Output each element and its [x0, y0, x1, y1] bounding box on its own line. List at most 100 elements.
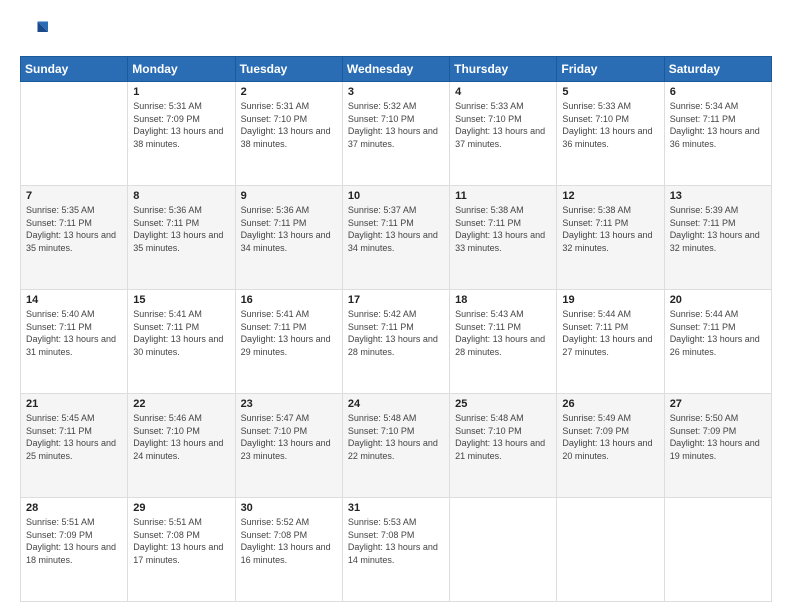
day-info: Sunrise: 5:48 AMSunset: 7:10 PMDaylight:… — [348, 412, 444, 462]
day-info: Sunrise: 5:48 AMSunset: 7:10 PMDaylight:… — [455, 412, 551, 462]
day-cell: 22 Sunrise: 5:46 AMSunset: 7:10 PMDayligh… — [128, 394, 235, 498]
day-number: 24 — [348, 398, 444, 410]
day-number: 28 — [26, 502, 122, 514]
day-number: 30 — [241, 502, 337, 514]
day-cell: 2 Sunrise: 5:31 AMSunset: 7:10 PMDaylight… — [235, 82, 342, 186]
day-number: 16 — [241, 294, 337, 306]
day-info: Sunrise: 5:35 AMSunset: 7:11 PMDaylight:… — [26, 204, 122, 254]
day-cell: 13 Sunrise: 5:39 AMSunset: 7:11 PMDayligh… — [664, 186, 771, 290]
week-row-2: 14 Sunrise: 5:40 AMSunset: 7:11 PMDayligh… — [21, 290, 772, 394]
day-cell: 19 Sunrise: 5:44 AMSunset: 7:11 PMDayligh… — [557, 290, 664, 394]
day-info: Sunrise: 5:45 AMSunset: 7:11 PMDaylight:… — [26, 412, 122, 462]
weekday-header-monday: Monday — [128, 57, 235, 82]
day-cell: 28 Sunrise: 5:51 AMSunset: 7:09 PMDayligh… — [21, 498, 128, 602]
day-number: 2 — [241, 86, 337, 98]
day-number: 1 — [133, 86, 229, 98]
weekday-header-row: SundayMondayTuesdayWednesdayThursdayFrid… — [21, 57, 772, 82]
page: SundayMondayTuesdayWednesdayThursdayFrid… — [0, 0, 792, 612]
day-info: Sunrise: 5:47 AMSunset: 7:10 PMDaylight:… — [241, 412, 337, 462]
day-cell: 15Sunrise: 5:41 AMSunset: 7:11 PMDayligh… — [128, 290, 235, 394]
day-number: 25 — [455, 398, 551, 410]
day-info: Sunrise: 5:40 AMSunset: 7:11 PMDaylight:… — [26, 308, 122, 358]
day-cell — [557, 498, 664, 602]
day-cell: 6Sunrise: 5:34 AMSunset: 7:11 PMDaylight… — [664, 82, 771, 186]
day-info: Sunrise: 5:37 AMSunset: 7:11 PMDaylight:… — [348, 204, 444, 254]
day-number: 7 — [26, 190, 122, 202]
logo-icon — [20, 18, 48, 46]
weekday-header-wednesday: Wednesday — [342, 57, 449, 82]
day-cell — [450, 498, 557, 602]
calendar-table: SundayMondayTuesdayWednesdayThursdayFrid… — [20, 56, 772, 602]
week-row-1: 7 Sunrise: 5:35 AMSunset: 7:11 PMDaylight… — [21, 186, 772, 290]
day-number: 31 — [348, 502, 444, 514]
day-cell: 4Sunrise: 5:33 AMSunset: 7:10 PMDaylight… — [450, 82, 557, 186]
day-info: Sunrise: 5:46 AMSunset: 7:10 PMDaylight:… — [133, 412, 229, 462]
day-info: Sunrise: 5:51 AMSunset: 7:08 PMDaylight:… — [133, 516, 229, 566]
day-number: 26 — [562, 398, 658, 410]
day-number: 15 — [133, 294, 229, 306]
weekday-header-tuesday: Tuesday — [235, 57, 342, 82]
day-info: Sunrise: 5:36 AMSunset: 7:11 PMDaylight:… — [133, 204, 229, 254]
day-number: 12 — [562, 190, 658, 202]
day-cell: 5 Sunrise: 5:33 AMSunset: 7:10 PMDaylight… — [557, 82, 664, 186]
day-info: Sunrise: 5:43 AMSunset: 7:11 PMDaylight:… — [455, 308, 551, 358]
week-row-4: 28 Sunrise: 5:51 AMSunset: 7:09 PMDayligh… — [21, 498, 772, 602]
day-cell: 14 Sunrise: 5:40 AMSunset: 7:11 PMDayligh… — [21, 290, 128, 394]
day-info: Sunrise: 5:51 AMSunset: 7:09 PMDaylight:… — [26, 516, 122, 566]
day-number: 6 — [670, 86, 766, 98]
day-info: Sunrise: 5:31 AMSunset: 7:09 PMDaylight:… — [133, 100, 229, 150]
day-number: 3 — [348, 86, 444, 98]
day-cell: 17Sunrise: 5:42 AMSunset: 7:11 PMDayligh… — [342, 290, 449, 394]
day-number: 19 — [562, 294, 658, 306]
header — [20, 18, 772, 46]
day-number: 8 — [133, 190, 229, 202]
day-info: Sunrise: 5:38 AMSunset: 7:11 PMDaylight:… — [562, 204, 658, 254]
day-number: 11 — [455, 190, 551, 202]
day-cell: 25 Sunrise: 5:48 AMSunset: 7:10 PMDayligh… — [450, 394, 557, 498]
day-cell: 10Sunrise: 5:37 AMSunset: 7:11 PMDayligh… — [342, 186, 449, 290]
day-number: 4 — [455, 86, 551, 98]
day-info: Sunrise: 5:36 AMSunset: 7:11 PMDaylight:… — [241, 204, 337, 254]
day-number: 9 — [241, 190, 337, 202]
day-cell: 9 Sunrise: 5:36 AMSunset: 7:11 PMDaylight… — [235, 186, 342, 290]
day-info: Sunrise: 5:44 AMSunset: 7:11 PMDaylight:… — [670, 308, 766, 358]
weekday-header-thursday: Thursday — [450, 57, 557, 82]
weekday-header-sunday: Sunday — [21, 57, 128, 82]
day-cell: 31 Sunrise: 5:53 AMSunset: 7:08 PMDayligh… — [342, 498, 449, 602]
day-info: Sunrise: 5:31 AMSunset: 7:10 PMDaylight:… — [241, 100, 337, 150]
day-cell: 29Sunrise: 5:51 AMSunset: 7:08 PMDayligh… — [128, 498, 235, 602]
day-number: 20 — [670, 294, 766, 306]
day-number: 18 — [455, 294, 551, 306]
day-number: 21 — [26, 398, 122, 410]
day-info: Sunrise: 5:49 AMSunset: 7:09 PMDaylight:… — [562, 412, 658, 462]
day-number: 27 — [670, 398, 766, 410]
day-number: 13 — [670, 190, 766, 202]
day-number: 23 — [241, 398, 337, 410]
day-cell: 3 Sunrise: 5:32 AMSunset: 7:10 PMDaylight… — [342, 82, 449, 186]
day-info: Sunrise: 5:38 AMSunset: 7:11 PMDaylight:… — [455, 204, 551, 254]
day-cell: 30 Sunrise: 5:52 AMSunset: 7:08 PMDayligh… — [235, 498, 342, 602]
day-number: 14 — [26, 294, 122, 306]
day-info: Sunrise: 5:52 AMSunset: 7:08 PMDaylight:… — [241, 516, 337, 566]
day-info: Sunrise: 5:39 AMSunset: 7:11 PMDaylight:… — [670, 204, 766, 254]
weekday-header-saturday: Saturday — [664, 57, 771, 82]
day-info: Sunrise: 5:41 AMSunset: 7:11 PMDaylight:… — [241, 308, 337, 358]
day-cell: 26 Sunrise: 5:49 AMSunset: 7:09 PMDayligh… — [557, 394, 664, 498]
day-cell: 21 Sunrise: 5:45 AMSunset: 7:11 PMDayligh… — [21, 394, 128, 498]
day-info: Sunrise: 5:50 AMSunset: 7:09 PMDaylight:… — [670, 412, 766, 462]
day-info: Sunrise: 5:44 AMSunset: 7:11 PMDaylight:… — [562, 308, 658, 358]
week-row-3: 21 Sunrise: 5:45 AMSunset: 7:11 PMDayligh… — [21, 394, 772, 498]
day-cell: 12 Sunrise: 5:38 AMSunset: 7:11 PMDayligh… — [557, 186, 664, 290]
day-info: Sunrise: 5:33 AMSunset: 7:10 PMDaylight:… — [562, 100, 658, 150]
day-cell: 24 Sunrise: 5:48 AMSunset: 7:10 PMDayligh… — [342, 394, 449, 498]
day-cell: 20 Sunrise: 5:44 AMSunset: 7:11 PMDayligh… — [664, 290, 771, 394]
day-cell: 1 Sunrise: 5:31 AMSunset: 7:09 PMDaylight… — [128, 82, 235, 186]
logo — [20, 18, 52, 46]
day-number: 22 — [133, 398, 229, 410]
day-number: 5 — [562, 86, 658, 98]
day-info: Sunrise: 5:32 AMSunset: 7:10 PMDaylight:… — [348, 100, 444, 150]
day-info: Sunrise: 5:53 AMSunset: 7:08 PMDaylight:… — [348, 516, 444, 566]
day-cell: 7 Sunrise: 5:35 AMSunset: 7:11 PMDaylight… — [21, 186, 128, 290]
day-cell: 11 Sunrise: 5:38 AMSunset: 7:11 PMDayligh… — [450, 186, 557, 290]
day-cell: 18 Sunrise: 5:43 AMSunset: 7:11 PMDayligh… — [450, 290, 557, 394]
